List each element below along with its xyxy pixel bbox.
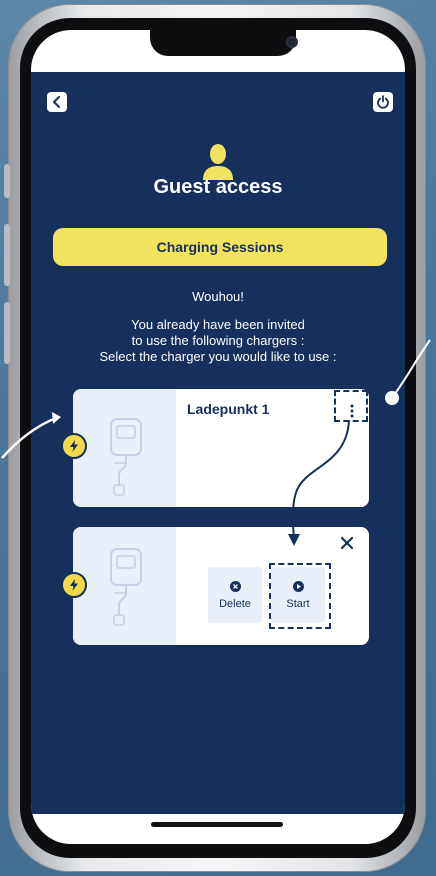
delete-icon (229, 580, 241, 592)
side-button (4, 224, 10, 286)
charger-card[interactable]: Ladepunkt 1 (73, 389, 369, 507)
delete-button[interactable]: Delete (208, 567, 262, 623)
power-icon (377, 95, 389, 109)
chevron-left-icon (53, 96, 60, 108)
bolt-icon (61, 572, 87, 598)
delete-label: Delete (219, 597, 251, 610)
phone-screen: Guest access Charging Sessions Wouhou! Y… (31, 30, 405, 844)
charger-image (73, 389, 176, 507)
notch (150, 30, 296, 56)
home-indicator (151, 822, 283, 827)
invite-text-line: You already have been invited (131, 317, 305, 332)
back-button[interactable] (47, 92, 67, 112)
charging-sessions-button[interactable]: Charging Sessions (53, 228, 387, 266)
close-button[interactable] (339, 535, 355, 551)
camera-icon (288, 38, 296, 46)
invite-text-line: Select the charger you would like to use… (99, 349, 337, 364)
charger-image (73, 527, 176, 645)
power-button[interactable] (373, 92, 393, 112)
bolt-icon (61, 433, 87, 459)
invite-text-line: to use the following chargers : (131, 333, 305, 348)
menu-highlight (334, 390, 368, 422)
wallbox-icon (110, 548, 142, 626)
welcome-text: Wouhou! (192, 289, 244, 304)
side-button (4, 164, 10, 198)
side-button (4, 302, 10, 364)
close-icon (340, 536, 354, 550)
start-highlight (269, 563, 331, 629)
page-title: Guest access (153, 176, 283, 198)
charger-name: Ladepunkt 1 (187, 401, 270, 417)
wallbox-icon (110, 418, 142, 496)
guest-access-screen: Guest access Charging Sessions Wouhou! Y… (31, 72, 405, 814)
